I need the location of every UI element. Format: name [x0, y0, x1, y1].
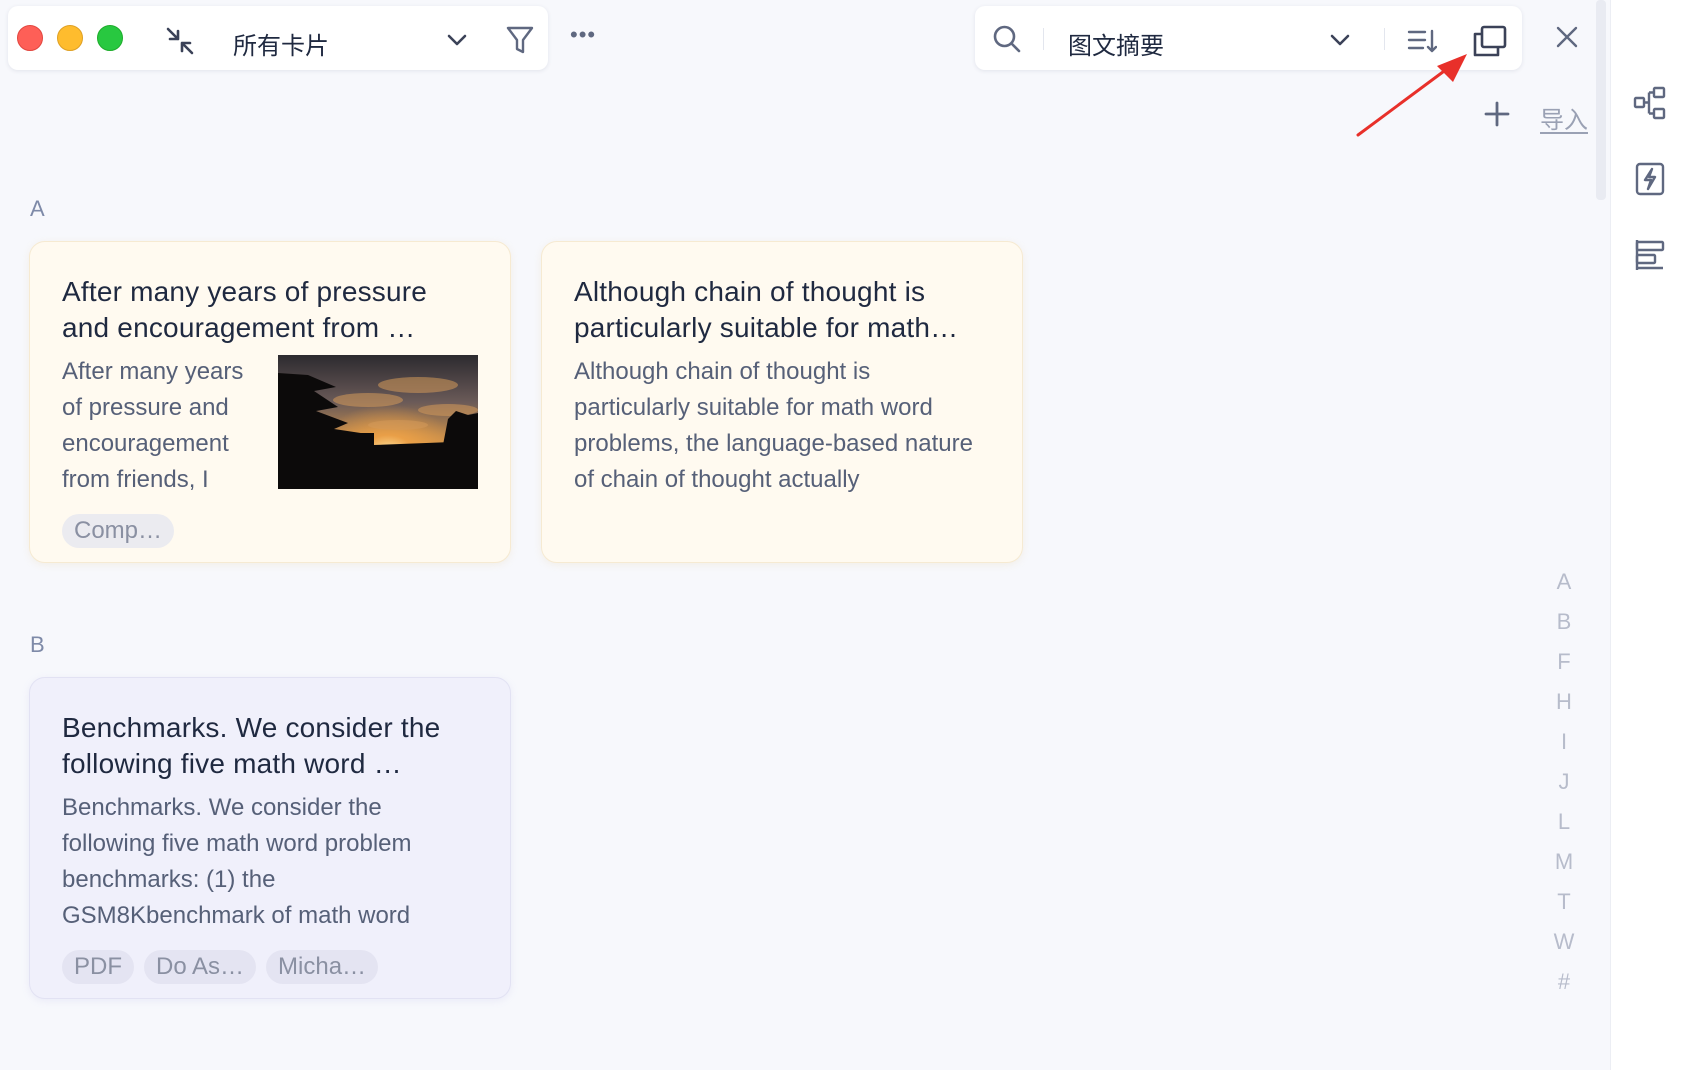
alpha-index-letter[interactable]: T [1557, 882, 1570, 922]
tag[interactable]: PDF [62, 950, 134, 984]
card[interactable]: Although chain of thought is particularl… [541, 241, 1023, 563]
right-sidebar [1610, 0, 1684, 1070]
scrollbar-thumb[interactable] [1596, 0, 1606, 200]
alpha-index-letter[interactable]: H [1556, 682, 1572, 722]
flash-card-icon[interactable] [1633, 162, 1667, 196]
collapse-icon[interactable] [165, 26, 195, 56]
card-image-sunset-pagoda [278, 355, 478, 489]
alpha-index-letter[interactable]: A [1557, 562, 1572, 602]
toolbar-divider [1384, 28, 1385, 50]
view-toolbar: 所有卡片 [8, 6, 548, 70]
filter-icon[interactable] [505, 24, 535, 56]
tag[interactable]: Comp… [62, 514, 175, 548]
search-icon[interactable] [992, 24, 1022, 54]
chevron-down-icon[interactable] [1328, 30, 1352, 50]
alpha-index-letter[interactable]: # [1558, 962, 1570, 1002]
card[interactable]: Benchmarks. We consider the following fi… [29, 677, 511, 999]
section-letter: A [30, 196, 45, 221]
annotation-arrow [1356, 54, 1467, 137]
import-link[interactable]: 导入 [1540, 100, 1588, 135]
alpha-index-letter[interactable]: M [1555, 842, 1573, 882]
window-zoom-button[interactable] [97, 25, 123, 51]
card-excerpt: Benchmarks. We consider the following fi… [62, 794, 412, 929]
mindmap-icon[interactable] [1633, 86, 1667, 120]
alpha-index-letter[interactable]: L [1558, 802, 1570, 842]
alphabet-index: A B F H I J L M T W # [1548, 562, 1580, 1002]
card-excerpt: After many years of pressure and encoura… [62, 358, 244, 493]
chevron-down-icon[interactable] [445, 30, 469, 50]
card-tags: PDF Do As… Micha… [62, 950, 379, 984]
card-title: Benchmarks. We consider the following fi… [62, 712, 441, 779]
close-icon[interactable] [1555, 25, 1579, 49]
display-mode-label[interactable]: 图文摘要 [1068, 26, 1164, 61]
toolbar-divider [1043, 28, 1044, 50]
app-window: 所有卡片 ••• 图文摘要 导入 A After many years of p… [0, 0, 1684, 1070]
card[interactable]: After many years of pressure and encoura… [29, 241, 511, 563]
card-tags: Comp… [62, 514, 175, 548]
section-letter: B [30, 632, 45, 657]
card-title: Although chain of thought is particularl… [574, 276, 959, 343]
more-icon[interactable]: ••• [570, 22, 596, 48]
alpha-index-letter[interactable]: B [1557, 602, 1572, 642]
plus-icon[interactable] [1484, 101, 1510, 127]
tag[interactable]: Micha… [266, 950, 379, 984]
window-minimize-button[interactable] [57, 25, 83, 51]
view-selector-label[interactable]: 所有卡片 [233, 26, 329, 61]
alpha-index-letter[interactable]: F [1557, 642, 1570, 682]
window-icon[interactable] [1472, 24, 1508, 58]
align-icon[interactable] [1633, 238, 1667, 272]
tag[interactable]: Do As… [144, 950, 257, 984]
card-excerpt: Although chain of thought is particularl… [574, 358, 973, 493]
window-close-button[interactable] [17, 25, 43, 51]
card-title: After many years of pressure and encoura… [62, 276, 428, 343]
alpha-index-letter[interactable]: J [1559, 762, 1570, 802]
alpha-index-letter[interactable]: I [1561, 722, 1567, 762]
alpha-index-letter[interactable]: W [1554, 922, 1575, 962]
